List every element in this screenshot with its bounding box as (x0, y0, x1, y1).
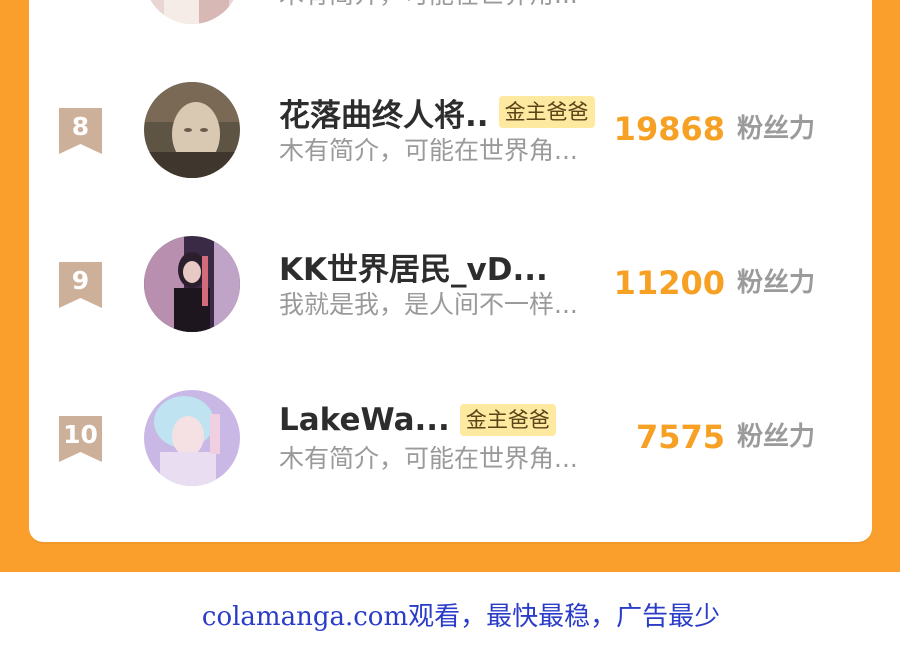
user-name-line: KK世界居民_vD... (279, 244, 548, 289)
patron-badge: 金主爸爸 (498, 96, 595, 128)
rank-number: 9 (71, 266, 90, 295)
user-name[interactable]: KK世界居民_vD... (279, 244, 548, 289)
footer-watermark-link[interactable]: colamanga.com观看，最快最稳，广告最少 (0, 596, 900, 633)
user-intro: 我就是我，是人间不一样... (279, 290, 578, 319)
user-intro: 木有简介，可能在世界角... (279, 136, 578, 165)
leaderboard-row[interactable]: 10 LakeWa... 金主爸爸 木有简介，可能在世界角... 7575 粉丝… (29, 388, 872, 498)
user-intro: 木有简介，可能在世界角... (279, 444, 578, 473)
fan-score: 19868 (613, 110, 725, 148)
leaderboard-row[interactable]: 9 KK世界居民_vD... 我就是我，是人间不一样... 11200 粉丝力 (29, 234, 872, 344)
rank-ribbon-icon: 9 (59, 262, 102, 308)
fan-score-unit: 粉丝力 (737, 114, 816, 144)
patron-badge: 金主爸爸 (459, 404, 556, 436)
leaderboard-card: 木有简介，可能在世界角... 8 花落曲终人将.. 金主爸爸 木有简介，可能在世… (29, 0, 872, 542)
user-name[interactable]: LakeWa... (279, 402, 450, 438)
fan-score-unit: 粉丝力 (737, 268, 816, 298)
leaderboard-row[interactable]: 8 花落曲终人将.. 金主爸爸 木有简介，可能在世界角... 19868 粉丝力 (29, 80, 872, 190)
fan-score: 7575 (635, 418, 725, 456)
rank-number: 8 (71, 112, 90, 141)
avatar[interactable] (144, 390, 240, 486)
avatar[interactable] (144, 82, 240, 178)
rank-number: 10 (63, 420, 98, 449)
user-name-line: 花落曲终人将.. 金主爸爸 (279, 90, 595, 135)
avatar[interactable] (144, 236, 240, 332)
fan-score-unit: 粉丝力 (737, 422, 816, 452)
user-name-line: LakeWa... 金主爸爸 (279, 400, 556, 440)
rank-ribbon-icon: 10 (59, 416, 102, 462)
fan-score: 11200 (613, 264, 725, 302)
avatar-previous[interactable] (144, 0, 240, 24)
rank-ribbon-icon: 8 (59, 108, 102, 154)
previous-row-intro: 木有简介，可能在世界角... (279, 0, 619, 12)
user-name[interactable]: 花落曲终人将.. (279, 90, 489, 135)
